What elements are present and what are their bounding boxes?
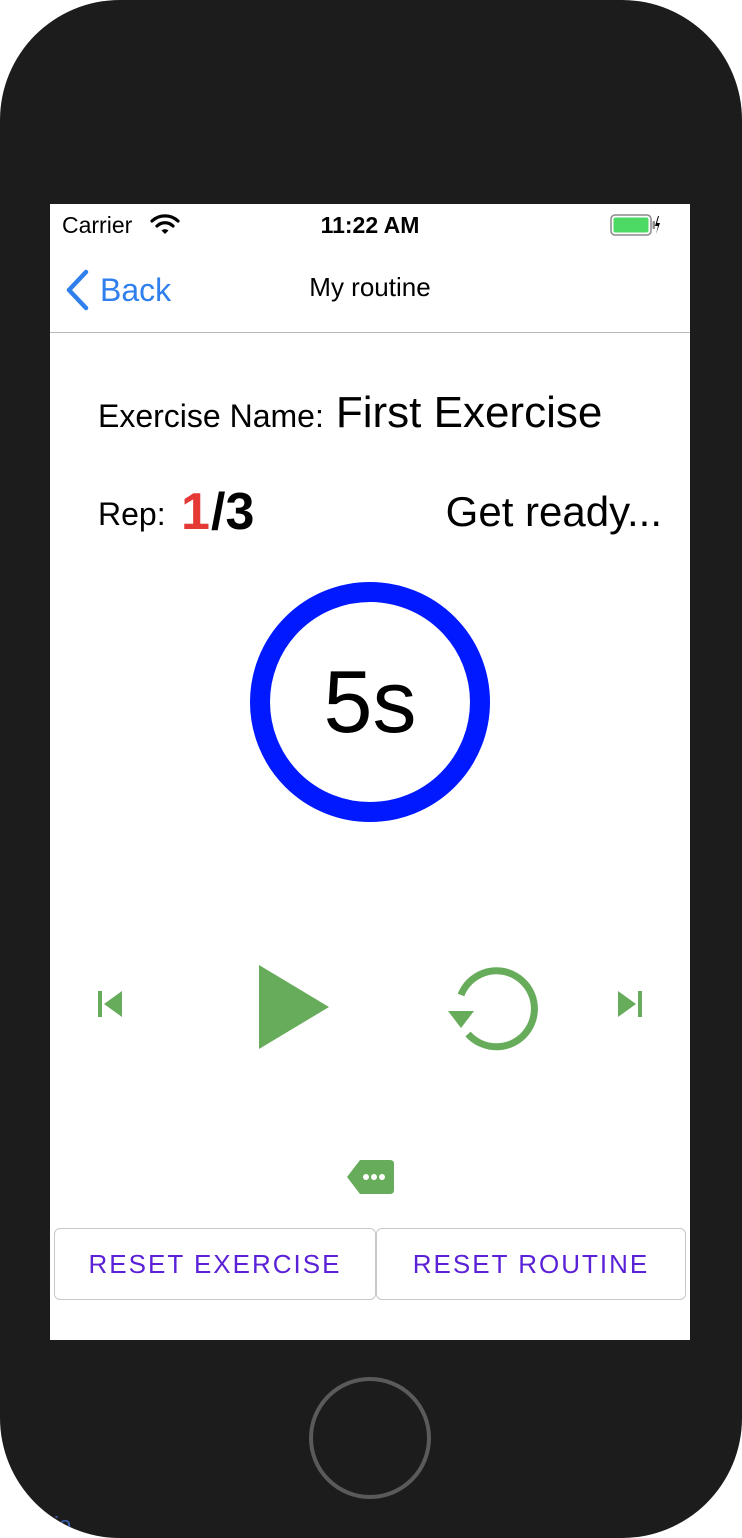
device-frame: Prio Al Carrier 11:22 AM Back My routine… [0,0,742,1538]
page-title: My routine [309,272,431,302]
replay-button[interactable] [444,962,544,1052]
status-bar: Carrier 11:22 AM [50,204,690,246]
background-text-right: Al [722,1512,742,1537]
rep-total: /3 [211,483,255,541]
reset-routine-button[interactable]: RESET ROUTINE [376,1228,686,1300]
rep-row: Rep: 1 /3 Get ready... [98,482,662,542]
more-options-icon [347,1160,394,1194]
navigation-bar: Back My routine [50,246,690,333]
play-button[interactable] [256,962,332,1052]
app-screen: Carrier 11:22 AM Back My routine Exercis… [50,204,690,1340]
reset-exercise-button[interactable]: RESET EXERCISE [54,1228,376,1300]
skip-next-icon [618,991,642,1017]
battery-icon [610,214,660,236]
background-text-left: Prio [32,1512,72,1537]
replay-icon [448,967,538,1051]
exercise-name-value: First Exercise [335,388,603,437]
skip-previous-icon [98,991,122,1017]
exercise-name-row: Exercise Name: First Exercise [98,388,658,442]
exercise-name-label: Exercise Name: [98,398,324,434]
status-time: 11:22 AM [320,212,420,238]
playback-controls [50,954,690,1064]
status-text: Get ready... [445,488,662,535]
more-options-button[interactable] [346,1158,396,1196]
timer-value: 5s [323,652,417,751]
rep-label: Rep: [98,496,166,532]
play-icon [259,965,329,1049]
skip-previous-button[interactable] [94,988,126,1020]
rep-current: 1 [181,483,210,541]
home-button[interactable] [309,1377,431,1499]
skip-next-button[interactable] [614,988,646,1020]
